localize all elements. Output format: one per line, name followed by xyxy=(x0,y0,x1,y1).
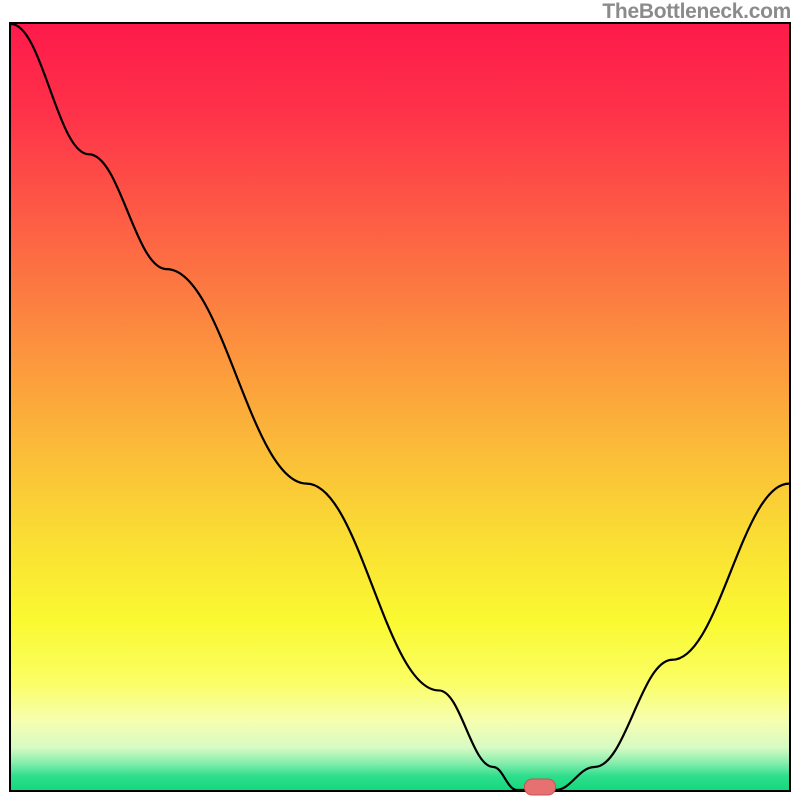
watermark-text: TheBottleneck.com xyxy=(602,0,791,24)
background-gradient xyxy=(11,24,789,790)
optimum-marker xyxy=(524,779,556,796)
chart-frame xyxy=(9,22,791,792)
